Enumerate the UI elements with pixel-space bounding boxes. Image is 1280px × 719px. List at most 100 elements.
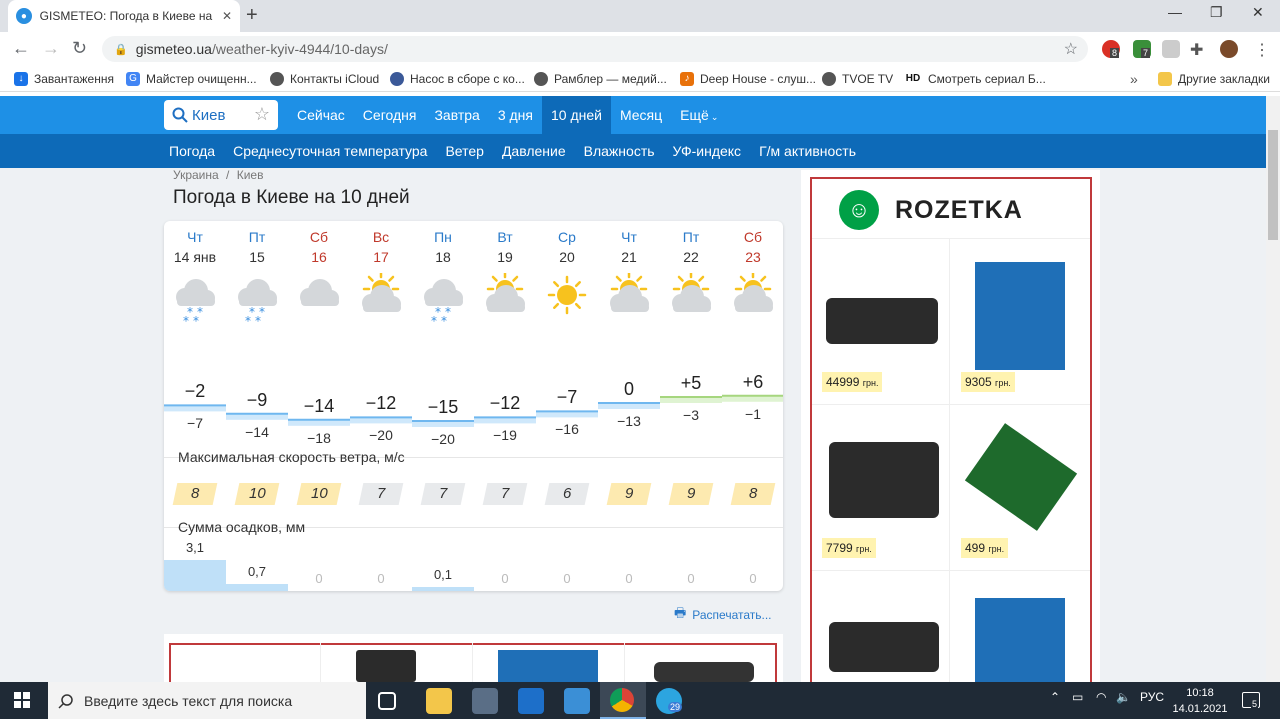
tab-more[interactable]: Ещё ⌄	[671, 96, 727, 134]
temperature-max: +6	[742, 371, 764, 392]
tab-today[interactable]: Сегодня	[354, 96, 426, 134]
telegram-icon[interactable]: 29	[656, 688, 683, 714]
day-of-week: Чт	[187, 229, 203, 245]
extensions-puzzle-icon[interactable]: ✚	[1190, 40, 1208, 59]
breadcrumb-ukraine[interactable]: Украина	[173, 168, 219, 182]
wifi-icon[interactable]: ◠	[1096, 690, 1106, 704]
bookmark-item[interactable]: Насос в сборе с ко...	[390, 71, 525, 86]
svg-text:*: *	[193, 314, 199, 328]
temperature-max: 0	[623, 379, 634, 399]
print-link[interactable]: 🖶 Распечатать...	[674, 604, 772, 626]
notifications-icon[interactable]: 5	[1242, 692, 1260, 709]
browser-tab[interactable]: ● GISMETEO: Погода в Киеве на 1 ✕	[8, 0, 240, 32]
breadcrumb-kyiv[interactable]: Киев	[237, 168, 264, 182]
tab-month[interactable]: Месяц	[611, 96, 671, 134]
precipitation-bar	[226, 584, 288, 591]
bookmark-star-icon[interactable]: ☆	[1064, 39, 1078, 59]
bookmark-item[interactable]: HD Смотреть сериал Б...	[904, 72, 1046, 86]
tab-10-days[interactable]: 10 дней	[541, 96, 611, 134]
windows-taskbar: Введите здесь текст для поиска 29 ⌃ ▭ ◠ …	[0, 682, 1280, 719]
target-icon	[390, 71, 404, 86]
sun-icon	[541, 273, 593, 336]
tab-3-days[interactable]: 3 дня	[489, 96, 542, 134]
period-nav: Сейчас Сегодня Завтра 3 дня 10 дней Меся…	[288, 96, 727, 134]
subnav-geomagnetic[interactable]: Г/м активность	[750, 134, 865, 168]
other-bookmarks[interactable]: Другие закладки	[1158, 71, 1270, 86]
bookmark-item[interactable]: Рамблер — медий...	[534, 71, 667, 86]
cloud-snow-icon: * * * *	[169, 273, 221, 336]
volume-icon[interactable]: 🔈	[1116, 690, 1131, 704]
temperature-min: −7	[187, 415, 203, 432]
bookmark-item[interactable]: TVOE TV	[822, 71, 893, 86]
globe-icon	[534, 71, 548, 86]
chrome-taskbar-button[interactable]	[600, 682, 646, 719]
temperature-max: −7	[556, 387, 578, 408]
lock-icon: 🔒	[114, 43, 128, 56]
extension-generic-icon[interactable]	[1162, 40, 1180, 58]
day-of-week: Сб	[309, 229, 329, 245]
mail-icon[interactable]	[518, 688, 544, 714]
printer-icon: 🖶	[674, 605, 687, 620]
menu-dots-icon[interactable]: ⋮	[1254, 40, 1272, 59]
forecast-card: Максимальная скорость ветра, м/с Сумма о…	[164, 221, 783, 591]
wind-speed-badge: 10	[234, 483, 280, 505]
wind-section-label: Максимальная скорость ветра, м/с	[178, 449, 405, 465]
input-language[interactable]: РУС	[1140, 690, 1164, 704]
address-bar[interactable]: 🔒 gismeteo.ua/weather-kyiv-4944/10-days/…	[102, 36, 1088, 62]
price-tag: 7799 грн.	[822, 538, 876, 558]
scrollbar-thumb[interactable]	[1268, 130, 1278, 240]
globe-icon	[270, 71, 284, 86]
battery-icon[interactable]: ▭	[1072, 690, 1083, 704]
close-window-icon[interactable]: ✕	[1252, 4, 1264, 21]
file-explorer-icon[interactable]	[426, 688, 452, 714]
temperature-min: −18	[307, 429, 331, 446]
tab-tomorrow[interactable]: Завтра	[425, 96, 488, 134]
rozetka-ad[interactable]: ☺ ROZETKA 44999 грн. 9305 грн. 7799 грн.…	[801, 170, 1100, 687]
forward-icon[interactable]: →	[42, 38, 60, 59]
bookmark-item[interactable]: G Майстер очищенн...	[126, 71, 257, 86]
new-tab-button[interactable]: +	[246, 4, 258, 27]
maximize-icon[interactable]: ❐	[1210, 4, 1223, 21]
ide-icon[interactable]	[564, 688, 590, 714]
task-view-icon[interactable]	[378, 692, 396, 710]
city-search[interactable]: Киев ☆	[164, 100, 278, 130]
windows-start-icon[interactable]	[14, 692, 30, 708]
system-clock[interactable]: 10:18 14.01.2021	[1170, 685, 1230, 717]
back-icon[interactable]: ←	[12, 38, 30, 59]
profile-avatar[interactable]	[1220, 40, 1238, 58]
subnav-weather[interactable]: Погода	[160, 134, 224, 168]
bookmarks-overflow-button[interactable]: »	[1130, 71, 1138, 87]
subnav-pressure[interactable]: Давление	[493, 134, 575, 168]
extension-shield-icon[interactable]: 7	[1133, 40, 1151, 58]
precipitation-value: 0	[377, 571, 385, 586]
site-header: Киев ☆ Сейчас Сегодня Завтра 3 дня 10 дн…	[0, 96, 1266, 134]
tab-now[interactable]: Сейчас	[288, 96, 354, 134]
product-image-cpu-box	[498, 650, 598, 682]
extension-opera-icon[interactable]: 8	[1102, 40, 1120, 58]
minimize-icon[interactable]: —	[1168, 4, 1182, 20]
subnav-avg-temp[interactable]: Среднесуточная температура	[224, 134, 436, 168]
bottom-ad-banner[interactable]	[164, 634, 783, 693]
tray-chevron-up-icon[interactable]: ⌃	[1050, 690, 1060, 704]
wind-speed-badge: 8	[730, 483, 776, 505]
partly-sunny-icon	[665, 270, 717, 336]
price-tag: 44999 грн.	[822, 372, 883, 392]
taskbar-search[interactable]: Введите здесь текст для поиска	[48, 682, 366, 719]
store-icon[interactable]	[472, 688, 498, 714]
day-date: 21	[621, 249, 637, 265]
precipitation-value: 0	[501, 571, 509, 586]
bookmark-item[interactable]: Контакты iCloud	[270, 71, 379, 86]
day-of-week: Сб	[743, 229, 763, 245]
reload-icon[interactable]: ↻	[72, 38, 87, 59]
bookmark-item[interactable]: ↓ Завантаження	[14, 71, 114, 86]
subnav-humidity[interactable]: Влажность	[575, 134, 664, 168]
subnav-uv-index[interactable]: УФ-индекс	[664, 134, 751, 168]
bookmark-item[interactable]: ♪ Deep House - слуш...	[680, 71, 816, 86]
subnav-wind[interactable]: Ветер	[436, 134, 493, 168]
favorite-star-icon[interactable]: ☆	[254, 104, 270, 125]
product-image-cpu-box	[975, 262, 1065, 370]
city-search-value: Киев	[192, 106, 226, 124]
page-scrollbar[interactable]	[1266, 96, 1280, 682]
bookmarks-bar: ↓ Завантаження G Майстер очищенн... Контак…	[0, 66, 1280, 92]
tab-close-icon[interactable]: ✕	[222, 9, 232, 23]
